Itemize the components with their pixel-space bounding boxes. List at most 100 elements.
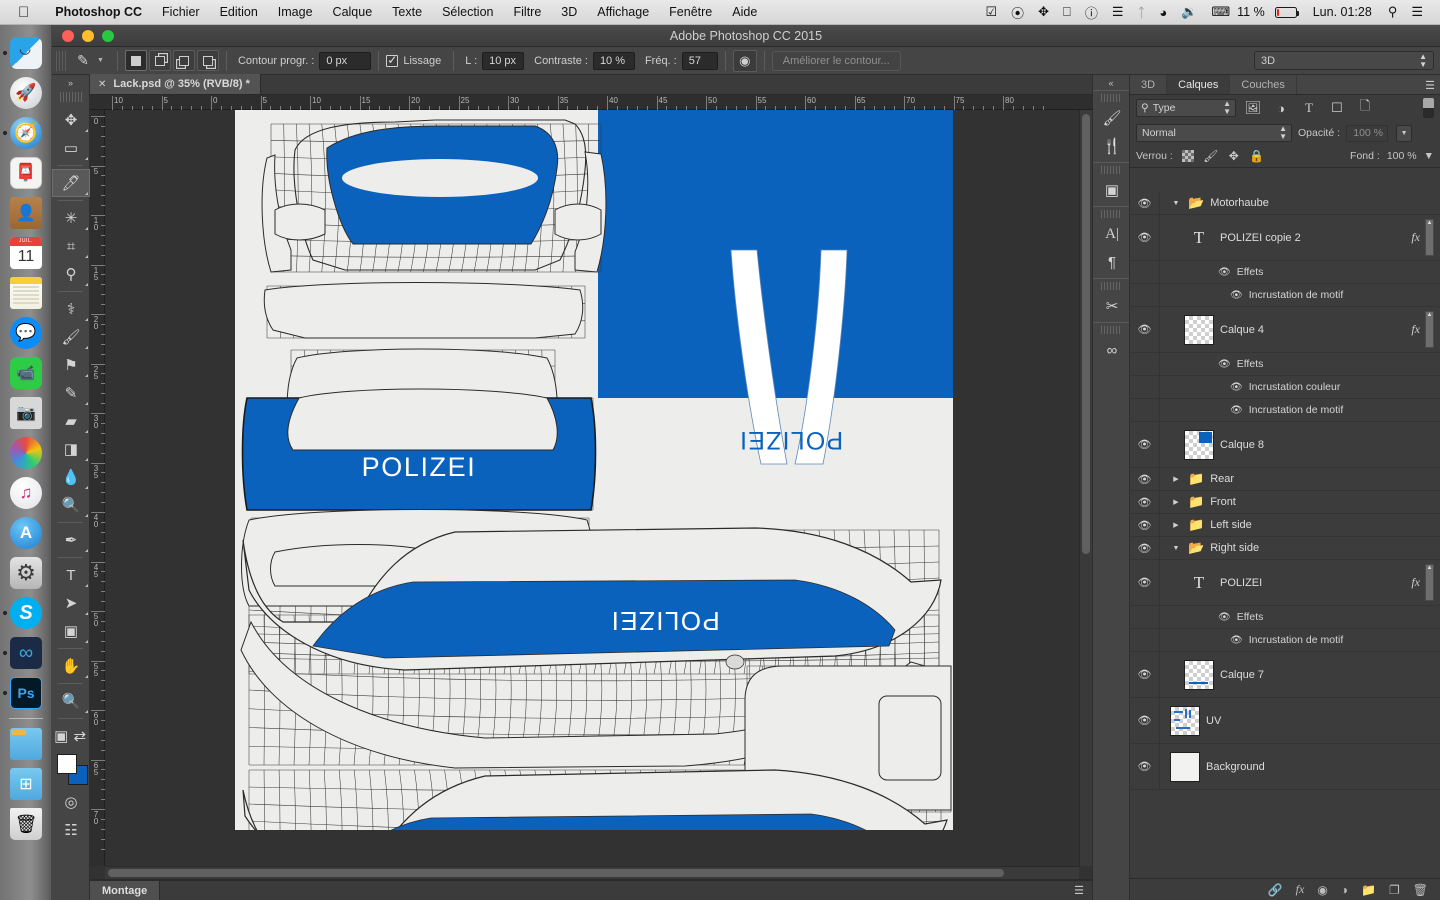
layer-fx-icon[interactable]: fx xyxy=(1411,575,1420,590)
menu-item-edition[interactable]: Edition xyxy=(210,5,268,19)
wifi-icon[interactable]: ◕ xyxy=(1152,5,1174,20)
lock-transparent-pixels-icon[interactable] xyxy=(1180,148,1196,164)
brush-presets-panel-icon[interactable]: 🍴 xyxy=(1093,132,1131,160)
layer-group-row[interactable]: 👁 ▼ 📂 Right side xyxy=(1130,537,1440,560)
menu-item-aide[interactable]: Aide xyxy=(722,5,767,19)
chevron-down-icon[interactable]: ▼ xyxy=(1170,545,1182,552)
refine-edge-button[interactable]: Améliorer le contour... xyxy=(771,50,901,71)
lock-image-pixels-icon[interactable]: 🖌 xyxy=(1203,148,1219,164)
feather-input[interactable]: 0 px xyxy=(319,51,372,70)
layer-row-body[interactable]: Calque 8 xyxy=(1160,429,1440,460)
scroll-thumb[interactable] xyxy=(1082,114,1090,554)
layer-row-body[interactable]: 👁 Incrustation couleur xyxy=(1160,381,1440,393)
tab-3d[interactable]: 3D xyxy=(1130,75,1168,94)
dock-item-system-preferences[interactable] xyxy=(0,553,52,593)
subtract-from-selection-button[interactable] xyxy=(172,50,195,71)
layer-visibility-toggle[interactable]: 👁 xyxy=(1130,422,1160,467)
layer-row-body[interactable]: T POLIZEI copie 2 xyxy=(1160,228,1440,248)
dock-item-safari[interactable] xyxy=(0,113,52,153)
brushes-panel-icon[interactable]: 🖌 xyxy=(1093,104,1131,132)
layer-row[interactable]: 👁 UV xyxy=(1130,698,1440,744)
layer-row[interactable]: 👁 T POLIZEI copie 2 fx xyxy=(1130,215,1440,261)
eye-icon[interactable]: 👁 xyxy=(1218,359,1231,370)
layers-list[interactable]: 👁▼📂Motorhaube👁TPOLIZEI copie 2fx👁Effets👁… xyxy=(1130,192,1440,878)
layer-visibility-toggle[interactable]: 👁 xyxy=(1130,537,1160,559)
dock-item-calendar[interactable]: JUIL. 11 xyxy=(0,233,52,273)
checkbox-icon[interactable]: ☑ xyxy=(978,4,1004,20)
type-tool[interactable]: T xyxy=(52,561,90,589)
options-bar-grip[interactable] xyxy=(56,50,66,71)
tool-presets-panel-icon[interactable]: ✂ xyxy=(1093,292,1131,320)
blend-mode-select[interactable]: Normal ▲ ▼ xyxy=(1136,124,1292,142)
filter-pixel-icon[interactable]: 🖼 xyxy=(1242,98,1264,118)
rail-grip[interactable] xyxy=(1101,326,1121,334)
layer-group-row[interactable]: 👁 ▼ 📂 Motorhaube xyxy=(1130,192,1440,215)
filter-smartobject-icon[interactable]: 🗋 xyxy=(1354,98,1376,118)
layer-effects-scroll[interactable] xyxy=(1425,219,1434,256)
rail-grip[interactable] xyxy=(1101,282,1121,290)
pen-tool[interactable]: ✒ xyxy=(52,526,90,554)
eye-icon[interactable]: 👁 xyxy=(1230,635,1243,646)
layer-row-body[interactable]: T POLIZEI xyxy=(1160,573,1440,593)
chevron-right-icon[interactable]: ▶ xyxy=(1170,521,1182,529)
eye-icon[interactable]: 👁 xyxy=(1230,290,1243,301)
dock-item-contacts[interactable] xyxy=(0,193,52,233)
notification-center-icon[interactable]: ☰ xyxy=(1404,4,1430,20)
minimize-window-button[interactable] xyxy=(82,29,94,42)
delete-layer-icon[interactable]: 🗑 xyxy=(1413,883,1428,897)
expand-tools-icon[interactable]: » xyxy=(52,75,89,90)
display-icon[interactable]: ⎕ xyxy=(1056,4,1078,20)
dock-item-notes[interactable] xyxy=(0,273,52,313)
rail-grip[interactable] xyxy=(1101,94,1121,102)
filter-shape-icon[interactable]: ☐ xyxy=(1326,98,1348,118)
menu-item-calque[interactable]: Calque xyxy=(323,5,383,19)
layer-style-icon[interactable]: fx xyxy=(1296,882,1305,897)
layer-effects-row[interactable]: 👁 Effets xyxy=(1130,261,1440,284)
layer-row[interactable]: 👁 T POLIZEI fx xyxy=(1130,560,1440,606)
path-selection-tool[interactable]: ➤ xyxy=(52,589,90,617)
chevron-right-icon[interactable]: ▶ xyxy=(1170,498,1182,506)
layer-thumbnail[interactable] xyxy=(1184,659,1214,690)
panel-menu-icon[interactable]: ☰ xyxy=(1425,79,1435,92)
dock-item-photos[interactable] xyxy=(0,433,52,473)
tab-couches[interactable]: Couches xyxy=(1230,75,1297,94)
clone-source-panel-icon[interactable]: ▣ xyxy=(1093,176,1131,204)
dock-item-photoshop[interactable] xyxy=(0,673,52,713)
menu-item-selection[interactable]: Sélection xyxy=(432,5,503,19)
layer-effect-row[interactable]: 👁 Incrustation de motif xyxy=(1130,629,1440,652)
location-icon[interactable]: ✥ xyxy=(1031,4,1056,20)
layer-row-body[interactable]: Calque 7 xyxy=(1160,659,1440,690)
layer-thumbnail[interactable] xyxy=(1170,705,1200,736)
layer-effects-row[interactable]: 👁 Effets xyxy=(1130,353,1440,376)
crop-tool[interactable]: ⌗ xyxy=(52,232,90,260)
maximize-window-button[interactable] xyxy=(102,29,114,42)
quick-mask-icon[interactable]: ◎ xyxy=(52,788,90,816)
dock-item-skype[interactable] xyxy=(0,593,52,633)
new-selection-button[interactable] xyxy=(124,50,147,71)
canvas-vertical-scrollbar[interactable] xyxy=(1079,110,1092,866)
menu-item-image[interactable]: Image xyxy=(268,5,323,19)
layer-effects-row[interactable]: 👁 Effets xyxy=(1130,606,1440,629)
filter-adjustment-icon[interactable]: ◑ xyxy=(1270,98,1292,118)
opacity-stepper-icon[interactable]: ▼ xyxy=(1396,124,1413,142)
dock-item-creative-cloud[interactable] xyxy=(0,633,52,673)
tab-calques[interactable]: Calques xyxy=(1167,75,1231,94)
width-input[interactable]: 10 px xyxy=(482,51,525,70)
clone-stamp-tool[interactable]: ⚑ xyxy=(52,351,90,379)
menu-item-3d[interactable]: 3D xyxy=(551,5,587,19)
intersect-selection-button[interactable] xyxy=(196,50,219,71)
tools-grip[interactable] xyxy=(59,92,82,102)
canvas-horizontal-scrollbar[interactable] xyxy=(105,866,1079,879)
eye-icon[interactable]: 👁 xyxy=(1218,267,1231,278)
adjustment-layer-icon[interactable]: ◑ xyxy=(1341,883,1348,897)
dock-item-finder[interactable] xyxy=(0,33,52,73)
eraser-tool[interactable]: ▰ xyxy=(52,407,90,435)
layer-thumbnail[interactable] xyxy=(1184,429,1214,460)
lock-all-icon[interactable]: 🔒 xyxy=(1249,148,1265,164)
layer-visibility-toggle[interactable]: 👁 xyxy=(1130,215,1160,260)
layer-row-body[interactable]: ▶ 📁 Front xyxy=(1160,494,1440,510)
dock-item-app-store[interactable] xyxy=(0,513,52,553)
swap-colors-icon[interactable]: ⇄ xyxy=(71,722,90,750)
dodge-tool[interactable]: 🔍 xyxy=(52,491,90,519)
rail-grip[interactable] xyxy=(1101,166,1121,174)
